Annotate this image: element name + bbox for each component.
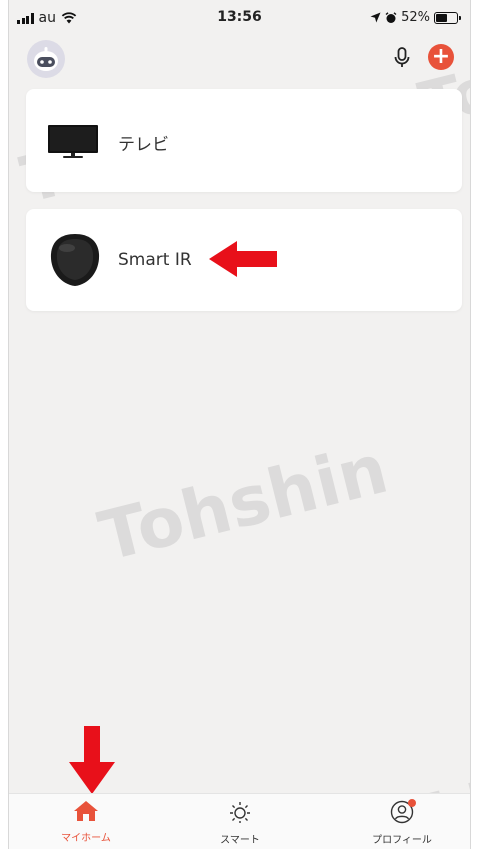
voice-button[interactable] — [394, 47, 410, 73]
sun-icon — [230, 802, 250, 823]
tab-profile[interactable]: プロフィール — [347, 799, 457, 846]
annotation-arrow-icon — [209, 241, 277, 277]
avatar[interactable] — [27, 40, 65, 78]
tab-smart[interactable]: スマート — [185, 800, 295, 846]
annotation-arrow-icon — [69, 726, 115, 794]
tab-label-smart: スマート — [220, 835, 260, 846]
smart-ir-icon — [50, 234, 100, 286]
notification-dot — [408, 799, 416, 807]
device-name-smart-ir: Smart IR — [118, 250, 192, 270]
device-name-tv: テレビ — [118, 135, 169, 155]
robot-avatar-icon — [34, 47, 58, 71]
device-card-tv[interactable]: テレビ — [26, 89, 462, 192]
microphone-icon — [394, 47, 410, 67]
add-device-button[interactable]: + — [428, 44, 454, 70]
home-icon — [74, 801, 98, 821]
tab-label-home: マイホーム — [61, 833, 111, 844]
watermark: Tohshin — [91, 429, 396, 578]
status-bar: au 13:56 52% — [9, 0, 470, 36]
location-arrow-icon — [370, 12, 381, 23]
tab-label-profile: プロフィール — [372, 835, 432, 846]
battery-percent: 52% — [401, 10, 430, 25]
app-screen: au 13:56 52% + Tohshin Tohshin テレビ Smart… — [8, 0, 471, 849]
battery-icon — [434, 11, 461, 24]
tab-bar: マイホーム スマート プロフィール — [9, 793, 470, 849]
alarm-icon — [385, 11, 397, 23]
plus-icon: + — [431, 44, 451, 69]
app-header: + — [9, 36, 470, 84]
tv-icon — [48, 125, 98, 158]
tab-home[interactable]: マイホーム — [31, 800, 141, 844]
